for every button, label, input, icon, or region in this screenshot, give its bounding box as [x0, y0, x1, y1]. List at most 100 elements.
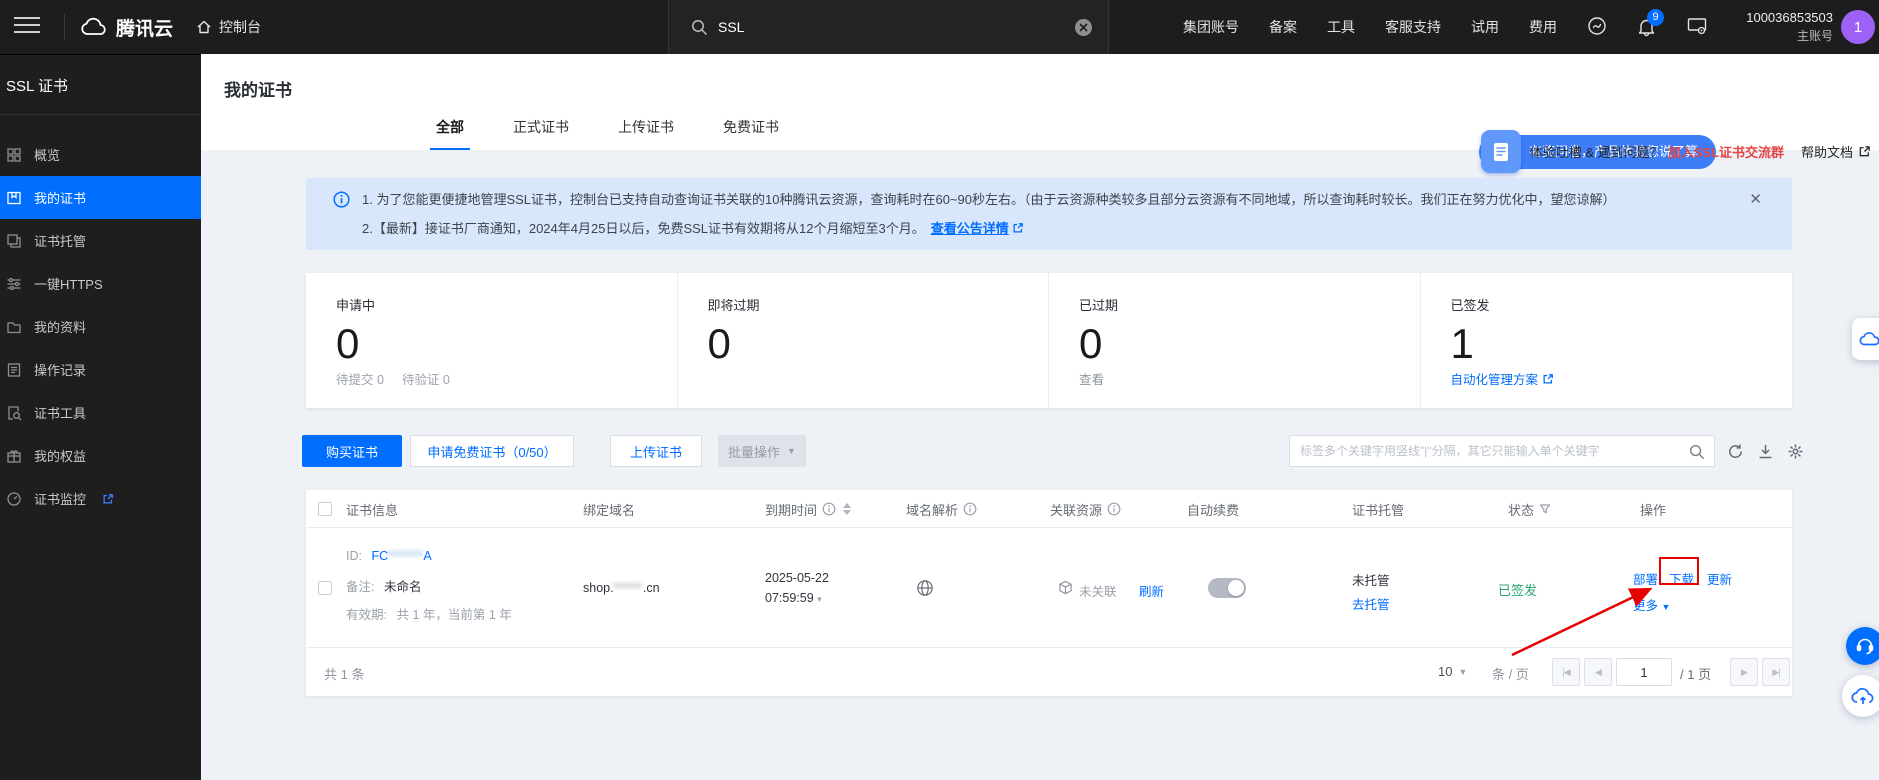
update-link[interactable]: 更新: [1707, 569, 1732, 588]
cloud-logo-icon: [80, 17, 108, 37]
account-info[interactable]: 100036853503 主账号: [1746, 9, 1833, 45]
info-icon[interactable]: [822, 502, 836, 516]
cloud-icon: [1859, 330, 1879, 348]
tab-uploaded-certs[interactable]: 上传证书: [612, 110, 680, 150]
hosting-action-link[interactable]: 去托管: [1352, 594, 1390, 613]
sort-icon[interactable]: [843, 503, 851, 515]
home-icon: [196, 19, 212, 35]
community-group-link[interactable]: 加入SSL证书交流群: [1668, 142, 1784, 161]
sidebar-item-cert-tools[interactable]: 证书工具: [0, 391, 201, 434]
tab-all[interactable]: 全部: [430, 110, 470, 150]
current-page-input[interactable]: [1616, 658, 1672, 686]
apply-free-cert-button[interactable]: 申请免费证书（0/50）: [410, 435, 574, 467]
table-search-input[interactable]: [1290, 436, 1714, 466]
announcement-link[interactable]: 查看公告详情: [931, 221, 1009, 236]
stat-card-expired: 已过期 0 查看: [1049, 273, 1421, 408]
nav-item-billing[interactable]: 费用: [1529, 17, 1557, 37]
chevron-down-icon: ▼: [1458, 667, 1467, 677]
console-settings-icon[interactable]: [1687, 17, 1707, 38]
download-link[interactable]: 下载: [1669, 569, 1694, 588]
refresh-resources-link[interactable]: 刷新: [1139, 581, 1164, 600]
expire-time: 07:59:59 ▾: [765, 591, 822, 605]
first-page-button[interactable]: |◀: [1552, 658, 1580, 686]
sliders-icon: [6, 276, 22, 292]
nav-item-trial[interactable]: 试用: [1471, 17, 1499, 37]
top-navbar: 腾讯云 控制台 集团账号 备案 工具 客服支持 试用 费用 9: [0, 0, 1879, 54]
stats-cards: 申请中 0 待提交 0 待验证 0 即将过期 0 已过期 0 查看 已签发 1 …: [306, 273, 1792, 408]
select-all-checkbox[interactable]: [318, 502, 332, 516]
table-row: ID: FC******A 备注: 未命名 有效期: 共 1 年，当前第 1 年…: [306, 528, 1792, 648]
buy-certificate-button[interactable]: 购买证书: [302, 435, 402, 467]
clear-search-icon[interactable]: [1075, 19, 1092, 36]
nav-item-group-account[interactable]: 集团账号: [1183, 17, 1239, 37]
search-icon: [691, 19, 708, 36]
stat-value: 1: [1451, 322, 1793, 366]
sidebar-item-my-benefits[interactable]: 我的权益: [0, 434, 201, 477]
sidebar-item-operation-logs[interactable]: 操作记录: [0, 348, 201, 391]
sidebar-item-one-click-https[interactable]: 一键HTTPS: [0, 262, 201, 305]
info-icon[interactable]: [1107, 502, 1121, 516]
feedback-dock-widget[interactable]: [1852, 318, 1879, 360]
menu-icon[interactable]: [14, 17, 40, 37]
row-checkbox[interactable]: [318, 581, 332, 595]
promo-icon[interactable]: [1587, 16, 1607, 39]
sidebar-item-cert-hosting[interactable]: 证书托管: [0, 219, 201, 262]
tab-paid-certs[interactable]: 正式证书: [507, 110, 575, 150]
sidebar-item-cert-monitor[interactable]: 证书监控: [0, 477, 201, 520]
last-page-button[interactable]: ▶|: [1762, 658, 1790, 686]
cloud-assistant-button[interactable]: [1842, 675, 1879, 717]
navbar-menu: 集团账号 备案 工具 客服支持 试用 费用 9: [1183, 0, 1707, 54]
status-badge: 已签发: [1498, 580, 1537, 599]
globe-icon[interactable]: [916, 579, 934, 597]
nav-item-support[interactable]: 客服支持: [1385, 17, 1441, 37]
chevron-down-icon: ▼: [1662, 602, 1671, 612]
cloud-upload-icon: [1851, 686, 1875, 706]
prev-page-button[interactable]: ◀: [1584, 658, 1612, 686]
deploy-link[interactable]: 部署: [1633, 569, 1658, 588]
notifications-bell-icon[interactable]: 9: [1637, 17, 1657, 37]
more-actions-link[interactable]: 更多 ▼: [1633, 595, 1670, 614]
sidebar-title: SSL 证书: [0, 55, 201, 114]
search-icon[interactable]: [1689, 444, 1705, 460]
next-page-button[interactable]: ▶: [1730, 658, 1758, 686]
col-resources: 关联资源: [1050, 490, 1121, 528]
help-doc-link[interactable]: 帮助文档: [1801, 142, 1853, 161]
tab-free-certs[interactable]: 免费证书: [717, 110, 785, 150]
cert-note: 备注: 未命名: [346, 576, 421, 595]
column-settings-icon[interactable]: [1787, 443, 1804, 460]
page-size-select[interactable]: 10 ▼: [1438, 664, 1467, 679]
notice-banner: 1. 为了您能更便捷地管理SSL证书，控制台已支持自动查询证书关联的10种腾讯云…: [306, 178, 1792, 250]
pagination-bar: 共 1 条 10 ▼ 条 / 页 |◀ ◀ / 1 页 ▶ ▶|: [306, 648, 1792, 696]
filter-icon[interactable]: [1539, 503, 1551, 515]
upload-cert-button[interactable]: 上传证书: [610, 435, 702, 467]
close-icon[interactable]: ✕: [1749, 190, 1762, 208]
resource-status: 未关联: [1079, 581, 1117, 600]
nav-item-tools[interactable]: 工具: [1327, 17, 1355, 37]
batch-actions-button[interactable]: 批量操作 ▼: [718, 435, 806, 467]
sidebar-item-my-profile[interactable]: 我的资料: [0, 305, 201, 348]
info-icon: [333, 191, 350, 211]
brand-text: 腾讯云: [116, 14, 173, 41]
certificates-table: 证书信息 绑定域名 到期时间 域名解析 关联资源 自动续费 证书托管 状态 操作: [306, 490, 1792, 696]
view-expired-link[interactable]: 查看: [1079, 369, 1104, 388]
info-icon[interactable]: [963, 502, 977, 516]
avatar[interactable]: 1: [1841, 10, 1875, 44]
auto-renew-toggle[interactable]: [1208, 578, 1246, 598]
col-status: 状态: [1508, 490, 1551, 528]
page-header: 我的证书 全部 正式证书 上传证书 免费证书 有奖问卷，产品体验您说了算 体验吐…: [201, 54, 1879, 150]
tools-icon: [6, 405, 22, 421]
cert-id: ID: FC******A: [346, 549, 432, 563]
total-count: 共 1 条: [324, 664, 364, 683]
page-title: 我的证书: [224, 76, 292, 101]
customer-service-button[interactable]: [1846, 627, 1879, 665]
caret-down-icon[interactable]: ▾: [817, 594, 822, 604]
download-icon[interactable]: [1757, 443, 1774, 460]
search-input[interactable]: [718, 19, 1058, 35]
tencent-cloud-logo[interactable]: 腾讯云: [80, 0, 173, 54]
sidebar-item-overview[interactable]: 概览: [0, 133, 201, 176]
sidebar-item-my-certificates[interactable]: 我的证书: [0, 176, 201, 219]
automation-plan-link[interactable]: 自动化管理方案: [1451, 369, 1555, 388]
nav-item-icp[interactable]: 备案: [1269, 17, 1297, 37]
refresh-icon[interactable]: [1727, 443, 1744, 460]
console-link[interactable]: 控制台: [196, 0, 261, 54]
